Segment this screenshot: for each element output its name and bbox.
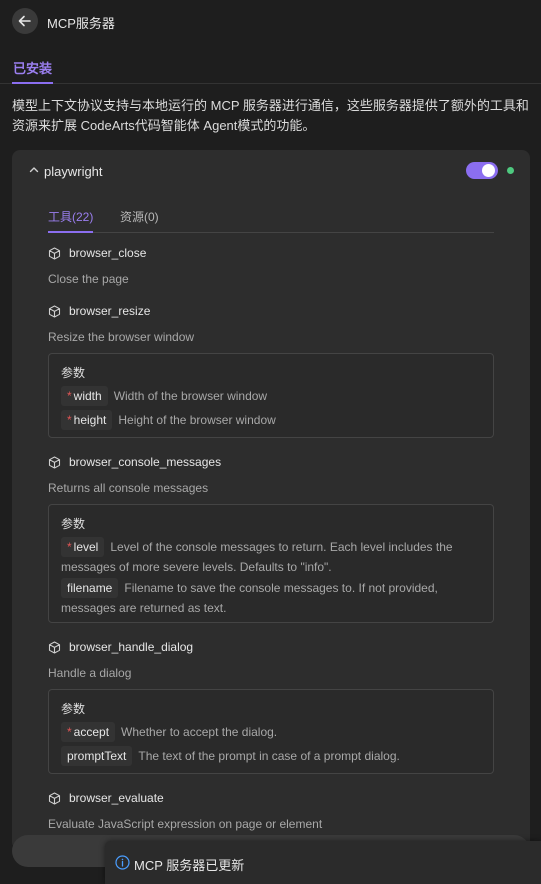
cube-icon [48, 304, 61, 318]
param-name: * level [61, 537, 105, 557]
param-name: * accept [61, 722, 116, 742]
param-description: Level of the console messages to return.… [61, 540, 453, 574]
param-description: Width of the browser window [113, 389, 268, 403]
required-mark: * [67, 413, 72, 427]
chevron-up-icon[interactable] [28, 164, 40, 176]
param-row: promptText The text of the prompt in case… [61, 746, 481, 766]
tool-title: browser_resize [48, 304, 150, 318]
status-indicator [507, 167, 514, 174]
tool-description: Close the page [48, 272, 129, 286]
tool-title: browser_handle_dialog [48, 640, 193, 654]
tool-title: browser_console_messages [48, 455, 221, 469]
tool-title: browser_evaluate [48, 791, 164, 805]
params-box: 参数 * level Level of the console messages t… [48, 504, 494, 623]
tab-tools[interactable]: 工具(22) [48, 208, 94, 233]
header: MCP服务器 [0, 0, 541, 44]
tool-name: browser_resize [69, 304, 151, 318]
server-enable-toggle[interactable] [466, 162, 498, 179]
param-row: * width Width of the browser window [61, 386, 481, 406]
cube-icon [48, 640, 61, 654]
server-card: playwright 工具(22) 资源(0) browser_close Cl… [12, 150, 530, 850]
required-mark: * [67, 540, 72, 554]
param-row: * level Level of the console messages to r… [61, 537, 481, 577]
server-card-header[interactable]: playwright [12, 150, 530, 192]
tool-name: browser_console_messages [69, 455, 222, 469]
tool-name: browser_handle_dialog [69, 640, 194, 654]
required-mark: * [67, 389, 72, 403]
param-description: The text of the prompt in case of a prom… [138, 749, 400, 763]
param-name: promptText [61, 746, 133, 766]
tool-title: browser_close [48, 246, 146, 260]
tab-installed[interactable]: 已安装 [12, 58, 54, 84]
page-description: 模型上下文协议支持与本地运行的 MCP 服务器进行通信，这些服务器提供了额外的工… [12, 98, 529, 133]
tab-resources[interactable]: 资源(0) [120, 208, 159, 233]
param-row: filename Filename to save the console mes… [61, 578, 481, 618]
toast-notification: MCP 服务器已更新 [105, 841, 541, 884]
toast-message: MCP 服务器已更新 [134, 858, 245, 873]
params-label: 参数 [61, 517, 86, 531]
server-name: playwright [44, 164, 103, 179]
params-box: 参数 * width Width of the browser window * he… [48, 353, 494, 438]
cube-icon [48, 455, 61, 469]
params-label: 参数 [61, 366, 86, 380]
param-row: * height Height of the browser window [61, 410, 481, 430]
tool-description: Handle a dialog [48, 666, 132, 680]
tool-name: browser_evaluate [69, 791, 164, 805]
param-name: * width [61, 386, 108, 406]
back-button[interactable] [12, 8, 38, 34]
toggle-knob [482, 164, 495, 177]
cube-icon [48, 246, 61, 260]
params-label: 参数 [61, 702, 86, 716]
server-subtabs: 工具(22) 资源(0) [48, 202, 494, 233]
param-name: * height [61, 410, 113, 430]
tool-description: Evaluate JavaScript expression on page o… [48, 817, 323, 831]
arrow-left-icon [18, 15, 31, 27]
tool-name: browser_close [69, 246, 147, 260]
param-description: Height of the browser window [118, 413, 276, 427]
param-name: filename [61, 578, 119, 598]
tab-bar: 已安装 [0, 54, 541, 84]
tool-description: Returns all console messages [48, 481, 209, 495]
tool-description: Resize the browser window [48, 330, 195, 344]
params-box: 参数 * accept Whether to accept the dialog. … [48, 689, 494, 774]
info-icon [115, 855, 130, 870]
required-mark: * [67, 725, 72, 739]
cube-icon [48, 791, 61, 805]
page-title: MCP服务器 [47, 16, 115, 31]
param-row: * accept Whether to accept the dialog. [61, 722, 481, 742]
param-description: Whether to accept the dialog. [121, 725, 278, 739]
